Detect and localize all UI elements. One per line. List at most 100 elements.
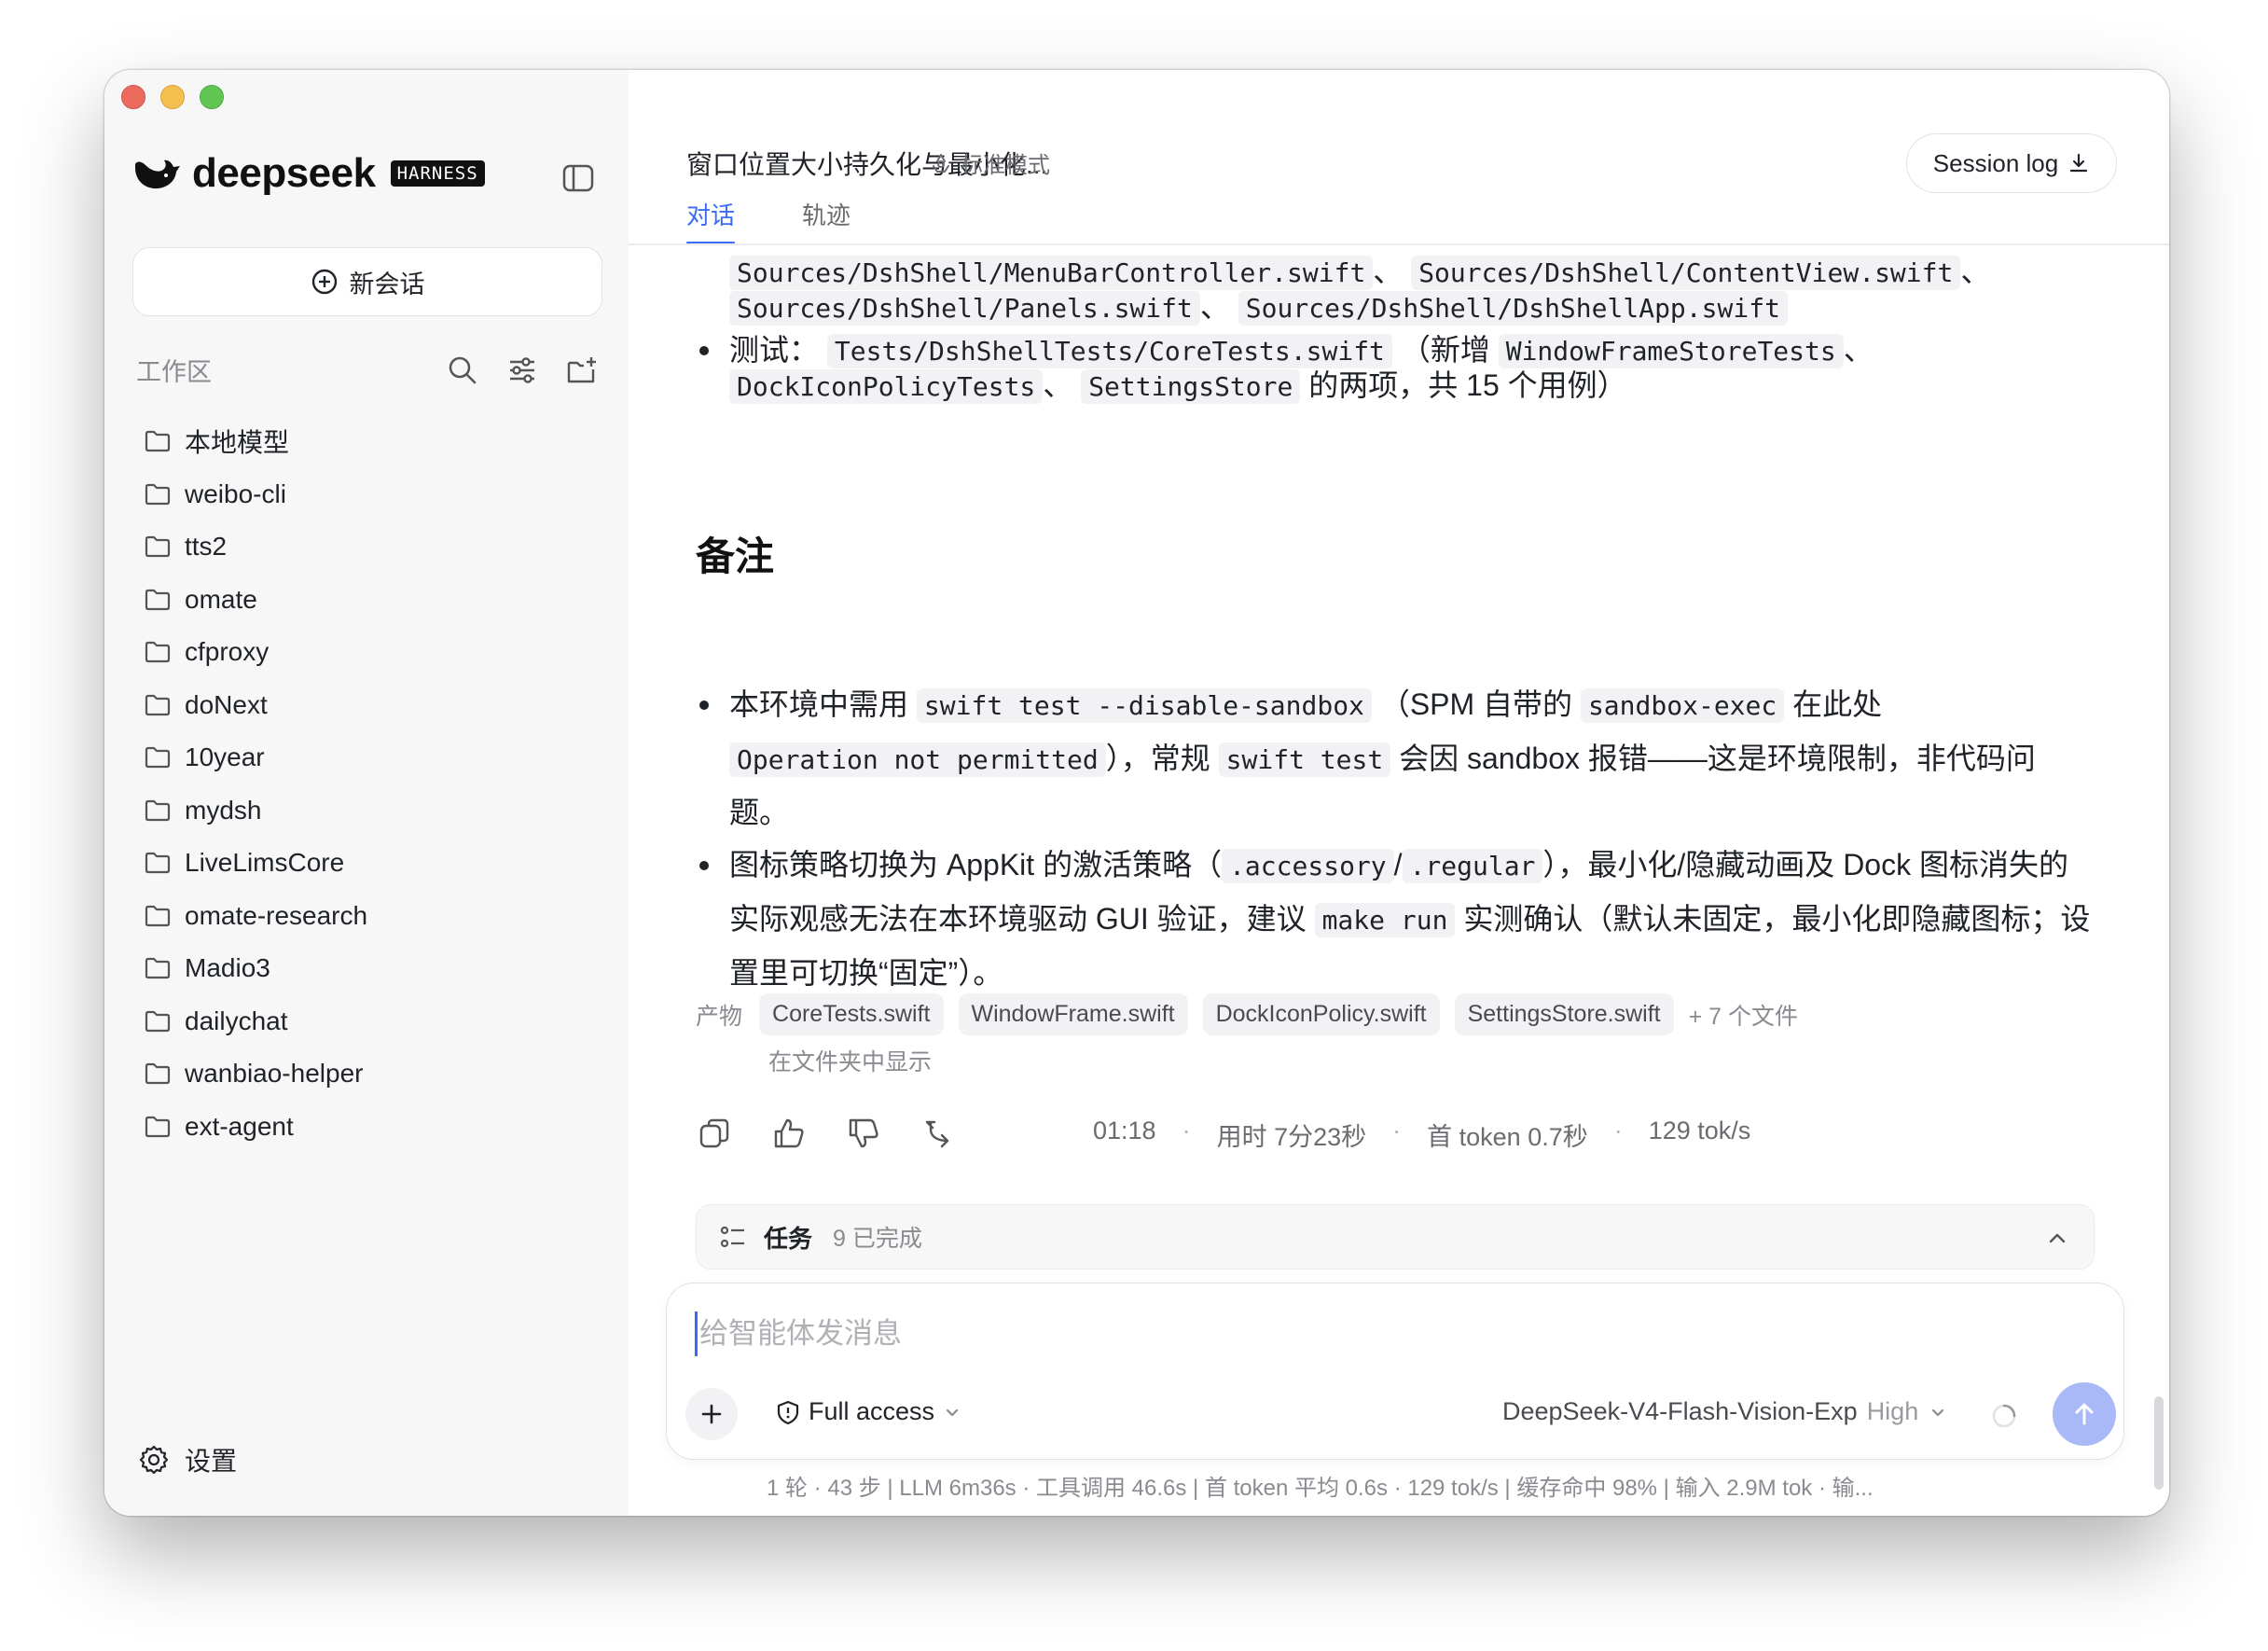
artifact-chip[interactable]: CoreTests.swift [759,993,944,1035]
inline-code: Sources/DshShell/DshShellApp.swift [1238,291,1788,326]
text-span: （SPM 自带的 [1379,687,1573,721]
show-in-folder-link[interactable]: 在文件夹中显示 [768,1044,932,1077]
assistant-message: Sources/DshShell/MenuBarController.swift… [696,245,2104,413]
workspace-folder-list: 本地模型 weibo-cli tts2 omate cfproxy doNext 10yea… [144,409,367,1162]
folder-icon [145,958,171,979]
artifact-chip[interactable]: DockIconPolicy.swift [1202,993,1440,1035]
stat-separator: · [1392,1117,1402,1145]
notes-list: 本环境中需用 swift test --disable-sandbox （SPM… [696,678,2104,999]
thumbs-up-icon[interactable] [770,1115,808,1152]
folder-label: cfproxy [185,637,270,667]
access-level-select[interactable]: Full access [775,1397,962,1426]
plus-circle-icon [311,269,337,295]
sidebar: deepseek HARNESS 新会话 工作区 本地模型 weibo-cli tt… [104,70,629,1516]
notes-heading: 备注 [696,534,775,578]
workspace-label: 工作区 [136,358,212,386]
stat-duration: 用时 7分23秒 [1216,1123,1367,1151]
workspace-tools [446,354,599,387]
model-select[interactable]: DeepSeek-V4-Flash-Vision-Exp High [1502,1397,1948,1426]
tab-trace[interactable]: 轨迹 [802,197,850,241]
text-span: ），常规 [1105,742,1210,775]
add-folder-icon[interactable] [565,354,599,387]
task-list-icon [720,1226,744,1248]
mode-label: 标准模式 [961,153,1050,178]
folder-icon [145,536,171,558]
inline-code: swift test --disable-sandbox [916,688,1372,723]
loading-spinner-icon [1992,1404,2016,1428]
minimize-window-button[interactable] [160,85,185,109]
folder-label: doNext [185,689,268,719]
folder-label: tts2 [185,532,228,562]
message-input[interactable] [695,1311,2007,1356]
model-name: DeepSeek-V4-Flash-Vision-Exp [1502,1397,1858,1425]
folder-icon [145,642,171,663]
folder-label: omate [185,584,257,614]
folder-icon [145,483,171,505]
sidebar-toggle-icon[interactable] [561,161,595,195]
session-log-label: Session log [1932,148,2059,177]
bullet-line: Operation not permitted ），常规 swift test 会… [729,732,2104,786]
settings-button[interactable]: 设置 [138,1441,237,1478]
inline-code: sandbox-exec [1580,688,1785,723]
filter-sliders-icon[interactable] [505,354,539,387]
session-log-button[interactable]: Session log [1906,133,2117,193]
recycle-icon [933,153,949,173]
session-stats-footer: 1 轮 · 43 步 | LLM 6m36s · 工具调用 46.6s | 首 … [767,1476,1874,1501]
task-count: 9 已完成 [833,1226,922,1252]
whale-logo-icon [135,160,180,189]
close-window-button[interactable] [121,85,145,109]
zoom-window-button[interactable] [200,85,224,109]
folder-label: omate-research [185,900,368,930]
search-icon[interactable] [446,354,479,387]
text-span: 图标策略切换为 AppKit 的激活策略（ [729,848,1223,881]
note-bullet: 本环境中需用 swift test --disable-sandbox （SPM… [696,678,2104,839]
text-span: 实际观感无法在本环境驱动 GUI 验证，建议 [729,902,1307,936]
thumbs-down-icon[interactable] [845,1115,882,1152]
artifacts-row: 产物 CoreTests.swift WindowFrame.swift Doc… [696,993,1798,1035]
folder-label: mydsh [185,795,262,825]
folder-label: ext-agent [185,1111,294,1141]
text-span: 、 [1043,368,1073,402]
inline-code: make run [1314,903,1456,937]
tests-bullet: 测试： Tests/DshShellTests/CoreTests.swift … [696,324,2104,413]
download-icon [2070,153,2088,173]
stat-separator: · [1613,1117,1623,1145]
tab-conversation[interactable]: 对话 [686,197,736,244]
branch-icon[interactable] [920,1115,957,1152]
task-summary-bar[interactable]: 任务 9 已完成 [696,1204,2095,1269]
scrollbar[interactable] [2154,1396,2164,1490]
task-title: 任务 [764,1224,813,1253]
folder-icon [145,905,171,926]
send-button[interactable] [2053,1382,2116,1446]
bullet-line: DockIconPolicyTests、 SettingsStore 的两项，共… [729,359,2104,413]
folder-icon [145,589,171,610]
folder-label: weibo-cli [185,479,286,508]
plus-icon [701,1404,722,1424]
folder-icon [145,1116,171,1137]
window-controls [121,85,224,109]
workspace-folder-item[interactable]: ext-agent [144,1091,367,1163]
app-window: deepseek HARNESS 新会话 工作区 本地模型 weibo-cli tt… [104,70,2169,1516]
stat-time: 01:18 [1093,1117,1156,1145]
folder-icon [145,1010,171,1032]
folder-label: 本地模型 [185,428,290,458]
folder-icon [145,799,171,821]
harness-badge: HARNESS [390,160,485,187]
reasoning-level: High [1866,1397,1919,1425]
folder-label: dailychat [185,1006,288,1035]
more-files-link[interactable]: + 7 个文件 [1689,998,1798,1032]
tab-bar: 对话 轨迹 [686,197,850,244]
folder-label: Madio3 [185,953,270,983]
copy-icon[interactable] [696,1115,733,1152]
chevron-up-icon[interactable] [2043,1224,2071,1252]
mode-indicator[interactable]: 标准模式 [929,146,1050,179]
inline-code: SettingsStore [1081,369,1301,404]
artifact-chip[interactable]: SettingsStore.swift [1454,993,1674,1035]
text-span: 会因 sandbox 报错——这是环境限制，非代码问 [1399,742,2036,775]
artifact-chip[interactable]: WindowFrame.swift [958,993,1188,1035]
bullet-line: 实际观感无法在本环境驱动 GUI 验证，建议 make run 实测确认（默认未… [729,893,2104,947]
folder-label: 10year [185,742,265,772]
attach-button[interactable] [685,1388,738,1440]
text-span: 、 [1843,333,1874,367]
new-chat-button[interactable]: 新会话 [132,247,602,316]
